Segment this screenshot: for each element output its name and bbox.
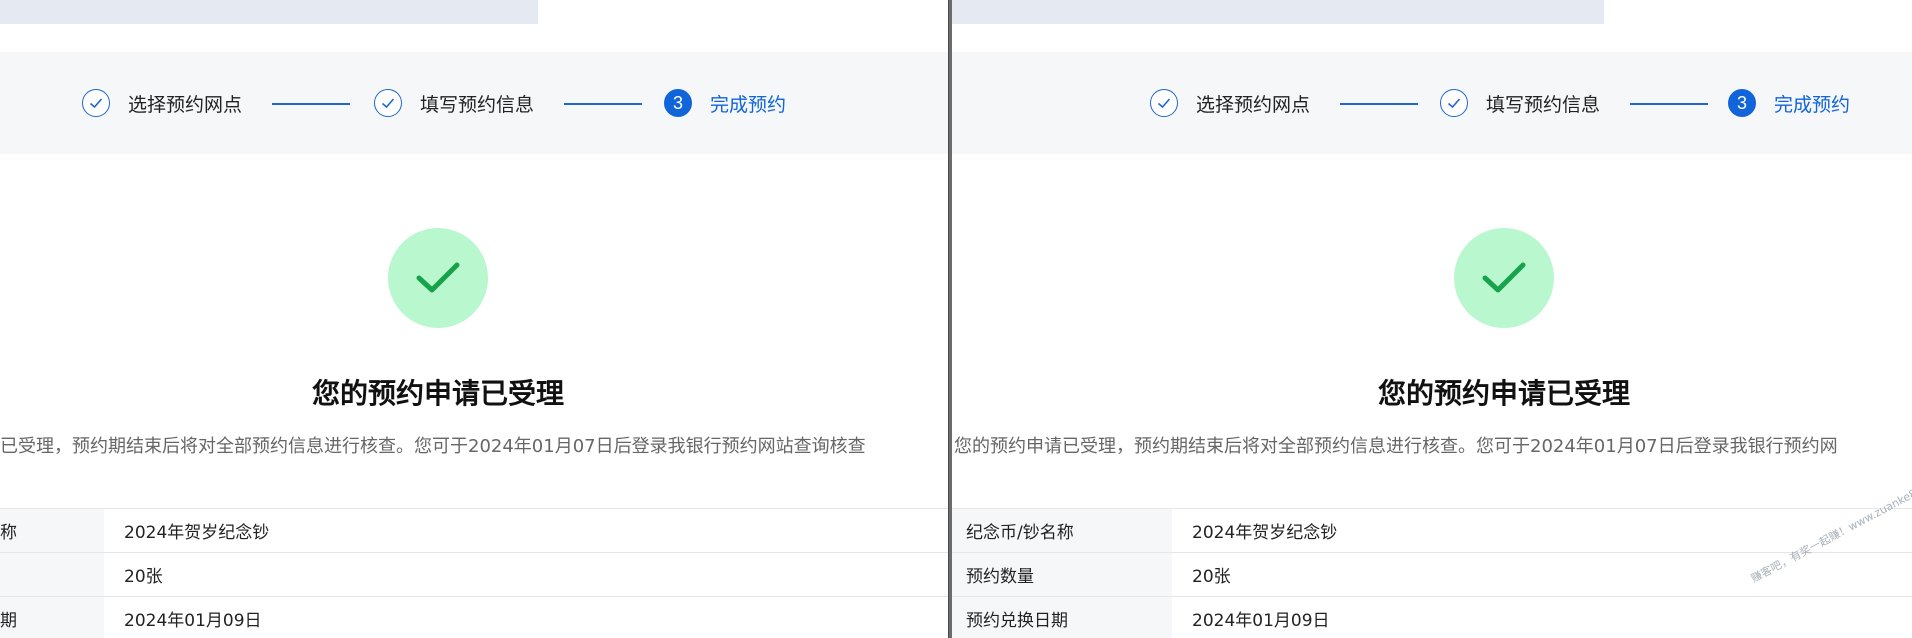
details-table: 称 2024年贺岁纪念钞 20张 期 2024年01月09日 — [0, 508, 948, 638]
step-label: 填写预约信息 — [420, 93, 535, 116]
screenshot-stage: 选择预约网点 填写预约信息 3 完成预约 您的预约申请已受理 已受理，预约期结束… — [0, 0, 1912, 638]
result-description: 您的预约申请已受理，预约期结束后将对全部预约信息进行核查。您可于2024年01月… — [954, 436, 1838, 457]
row-key: 预约数量 — [952, 553, 1172, 596]
check-icon — [374, 89, 402, 117]
step-connector — [564, 103, 642, 105]
row-key — [0, 553, 104, 596]
result-title: 您的预约申请已受理 — [1377, 377, 1630, 410]
row-value: 2024年01月09日 — [124, 611, 262, 631]
row-key: 期 — [0, 597, 104, 638]
success-badge — [388, 228, 488, 328]
table-row: 预约兑换日期 2024年01月09日 — [952, 597, 1912, 638]
checkmark-icon — [416, 262, 460, 293]
step-label: 填写预约信息 — [1486, 93, 1601, 116]
row-key: 预约兑换日期 — [952, 597, 1172, 638]
step-label: 选择预约网点 — [128, 93, 243, 116]
result-description: 已受理，预约期结束后将对全部预约信息进行核查。您可于2024年01月07日后登录… — [0, 436, 866, 457]
table-row: 期 2024年01月09日 — [0, 597, 948, 638]
row-value: 2024年01月09日 — [1192, 611, 1330, 631]
step-select-branch: 选择预约网点 — [1150, 88, 1310, 118]
step-fill-info: 填写预约信息 — [374, 88, 534, 118]
check-icon — [82, 89, 110, 117]
right-pane: 选择预约网点 填写预约信息 3 完成预约 您的预约申请已受理 您的预约申请已受理… — [952, 0, 1912, 638]
step-connector — [1630, 103, 1708, 105]
table-row: 纪念币/钞名称 2024年贺岁纪念钞 — [952, 509, 1912, 553]
top-bar — [0, 0, 538, 24]
step-select-branch: 选择预约网点 — [82, 88, 242, 118]
table-row: 20张 — [0, 553, 948, 597]
step-label: 完成预约 — [710, 93, 787, 116]
step-number-badge: 3 — [1728, 89, 1756, 117]
success-badge — [1454, 228, 1554, 328]
step-complete: 3 完成预约 — [664, 88, 786, 118]
row-value: 20张 — [124, 567, 163, 587]
step-fill-info: 填写预约信息 — [1440, 88, 1600, 118]
step-connector — [272, 103, 350, 105]
step-label: 选择预约网点 — [1196, 93, 1311, 116]
row-value: 2024年贺岁纪念钞 — [124, 523, 270, 543]
top-bar — [952, 0, 1604, 24]
steps-bar: 选择预约网点 填写预约信息 3 完成预约 — [952, 52, 1912, 154]
left-pane: 选择预约网点 填写预约信息 3 完成预约 您的预约申请已受理 已受理，预约期结束… — [0, 0, 948, 638]
step-complete: 3 完成预约 — [1728, 88, 1850, 118]
result-title: 您的预约申请已受理 — [311, 377, 564, 410]
table-row: 称 2024年贺岁纪念钞 — [0, 509, 948, 553]
row-key: 纪念币/钞名称 — [952, 509, 1172, 552]
check-icon — [1440, 89, 1468, 117]
check-icon — [1150, 89, 1178, 117]
checkmark-icon — [1482, 262, 1526, 293]
row-key: 称 — [0, 509, 104, 552]
step-label: 完成预约 — [1774, 93, 1851, 116]
steps-bar: 选择预约网点 填写预约信息 3 完成预约 — [0, 52, 948, 154]
step-connector — [1340, 103, 1418, 105]
step-number-badge: 3 — [664, 89, 692, 117]
